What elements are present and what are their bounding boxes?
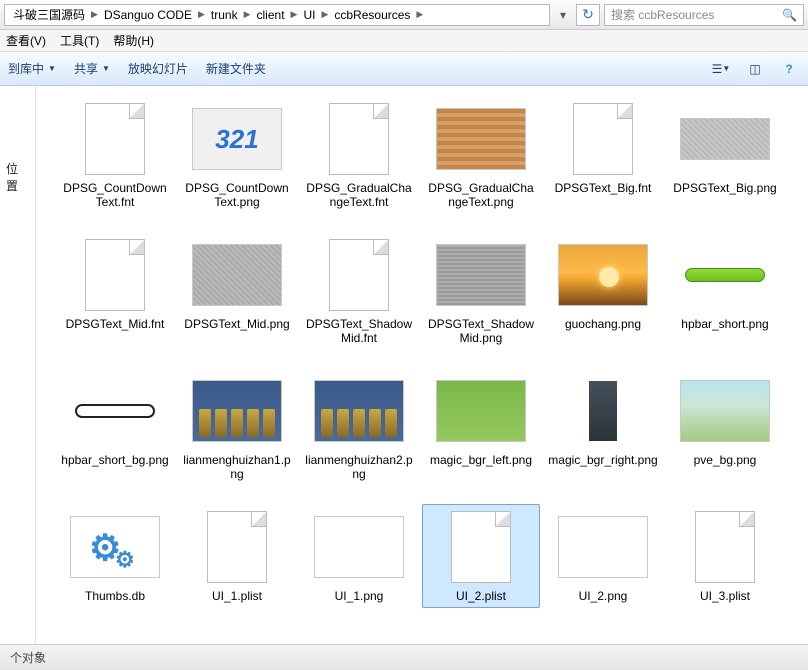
menu-view[interactable]: 查看(V) — [6, 32, 46, 49]
chevron-right-icon: ▶ — [289, 9, 300, 20]
file-item[interactable]: DPSG_GradualChangeText.png — [422, 96, 540, 214]
file-item[interactable]: DPSGText_Big.fnt — [544, 96, 662, 214]
file-label: DPSG_GradualChangeText.png — [426, 181, 536, 209]
file-item[interactable]: DPSG_CountDownText.fnt — [56, 96, 174, 214]
file-label: magic_bgr_right.png — [548, 453, 657, 467]
address-bar: 斗破三国源码▶DSanguo CODE▶trunk▶client▶UI▶ccbR… — [0, 0, 808, 30]
file-label: hpbar_short.png — [681, 317, 768, 331]
refresh-button[interactable]: ↻ — [576, 4, 600, 26]
file-label: guochang.png — [565, 317, 641, 331]
file-label: Thumbs.db — [85, 589, 145, 603]
file-label: UI_2.png — [579, 589, 628, 603]
chevron-right-icon: ▶ — [414, 9, 425, 20]
status-bar: 个对象 — [0, 644, 808, 670]
file-label: UI_3.plist — [700, 589, 750, 603]
menu-help[interactable]: 帮助(H) — [113, 32, 154, 49]
sidebar-item-location[interactable]: 位置 — [0, 156, 35, 198]
file-label: DPSGText_ShadowMid.fnt — [304, 317, 414, 345]
chevron-right-icon: ▶ — [196, 9, 207, 20]
chevron-down-icon: ▼ — [48, 64, 56, 73]
file-item[interactable]: DPSGText_Mid.png — [178, 232, 296, 350]
file-item[interactable]: DPSGText_Mid.fnt — [56, 232, 174, 350]
file-label: UI_1.png — [335, 589, 384, 603]
file-item[interactable]: UI_2.png — [544, 504, 662, 608]
file-item[interactable]: Thumbs.db — [56, 504, 174, 608]
file-item[interactable]: pve_bg.png — [666, 368, 784, 486]
files-grid: DPSG_CountDownText.fnt 321DPSG_CountDownT… — [56, 96, 800, 608]
chevron-down-icon: ▼ — [102, 64, 110, 73]
status-text: 个对象 — [10, 649, 46, 666]
file-item[interactable]: hpbar_short_bg.png — [56, 368, 174, 486]
file-item[interactable]: lianmenghuizhan2.png — [300, 368, 418, 486]
file-item[interactable]: DPSG_GradualChangeText.fnt — [300, 96, 418, 214]
search-icon: 🔍 — [782, 8, 797, 22]
file-item[interactable]: magic_bgr_left.png — [422, 368, 540, 486]
file-item[interactable]: DPSGText_ShadowMid.fnt — [300, 232, 418, 350]
file-label: DPSGText_Mid.fnt — [66, 317, 165, 331]
file-label: hpbar_short_bg.png — [61, 453, 168, 467]
include-in-library-button[interactable]: 到库中▼ — [8, 60, 56, 77]
file-label: DPSGText_Big.png — [673, 181, 776, 195]
file-label: lianmenghuizhan1.png — [182, 453, 292, 481]
file-item[interactable]: DPSGText_ShadowMid.png — [422, 232, 540, 350]
help-button[interactable]: ? — [778, 59, 800, 79]
view-options-button[interactable]: ☰▼ — [710, 59, 732, 79]
file-item[interactable]: hpbar_short.png — [666, 232, 784, 350]
preview-pane-button[interactable]: ◫ — [744, 59, 766, 79]
menu-tools[interactable]: 工具(T) — [60, 32, 99, 49]
chevron-right-icon: ▶ — [242, 9, 253, 20]
chevron-right-icon: ▶ — [89, 9, 100, 20]
chevron-right-icon: ▶ — [319, 9, 330, 20]
toolbar: 到库中▼ 共享▼ 放映幻灯片 新建文件夹 ☰▼ ◫ ? — [0, 52, 808, 86]
file-label: magic_bgr_left.png — [430, 453, 532, 467]
file-item[interactable]: 321DPSG_CountDownText.png — [178, 96, 296, 214]
file-item[interactable]: UI_3.plist — [666, 504, 784, 608]
file-item[interactable]: DPSGText_Big.png — [666, 96, 784, 214]
sidebar: 位置 — [0, 86, 36, 644]
file-label: UI_1.plist — [212, 589, 262, 603]
menu-bar: 查看(V) 工具(T) 帮助(H) — [0, 30, 808, 52]
search-placeholder: 搜索 ccbResources — [611, 6, 714, 23]
file-label: DPSG_CountDownText.fnt — [60, 181, 170, 209]
file-item[interactable]: UI_2.plist — [422, 504, 540, 608]
breadcrumb[interactable]: 斗破三国源码▶DSanguo CODE▶trunk▶client▶UI▶ccbR… — [4, 4, 550, 26]
breadcrumb-segment[interactable]: 斗破三国源码 — [9, 6, 89, 23]
file-label: DPSGText_Big.fnt — [555, 181, 652, 195]
file-label: DPSG_GradualChangeText.fnt — [304, 181, 414, 209]
breadcrumb-segment[interactable]: UI — [299, 8, 319, 22]
content-area: DPSG_CountDownText.fnt 321DPSG_CountDownT… — [36, 86, 808, 644]
file-item[interactable]: UI_1.plist — [178, 504, 296, 608]
file-label: lianmenghuizhan2.png — [304, 453, 414, 481]
file-item[interactable]: magic_bgr_right.png — [544, 368, 662, 486]
breadcrumb-segment[interactable]: trunk — [207, 8, 242, 22]
file-label: DPSG_CountDownText.png — [182, 181, 292, 209]
file-label: pve_bg.png — [694, 453, 757, 467]
file-label: DPSGText_ShadowMid.png — [426, 317, 536, 345]
slideshow-button[interactable]: 放映幻灯片 — [128, 60, 188, 77]
file-item[interactable]: UI_1.png — [300, 504, 418, 608]
file-label: DPSGText_Mid.png — [184, 317, 289, 331]
file-label: UI_2.plist — [456, 589, 506, 603]
breadcrumb-segment[interactable]: DSanguo CODE — [100, 8, 196, 22]
new-folder-button[interactable]: 新建文件夹 — [206, 60, 266, 77]
breadcrumb-segment[interactable]: client — [253, 8, 289, 22]
search-input[interactable]: 搜索 ccbResources 🔍 — [604, 4, 804, 26]
address-dropdown-icon[interactable]: ▾ — [554, 8, 572, 22]
share-button[interactable]: 共享▼ — [74, 60, 110, 77]
file-item[interactable]: lianmenghuizhan1.png — [178, 368, 296, 486]
file-item[interactable]: guochang.png — [544, 232, 662, 350]
breadcrumb-segment[interactable]: ccbResources — [330, 8, 414, 22]
